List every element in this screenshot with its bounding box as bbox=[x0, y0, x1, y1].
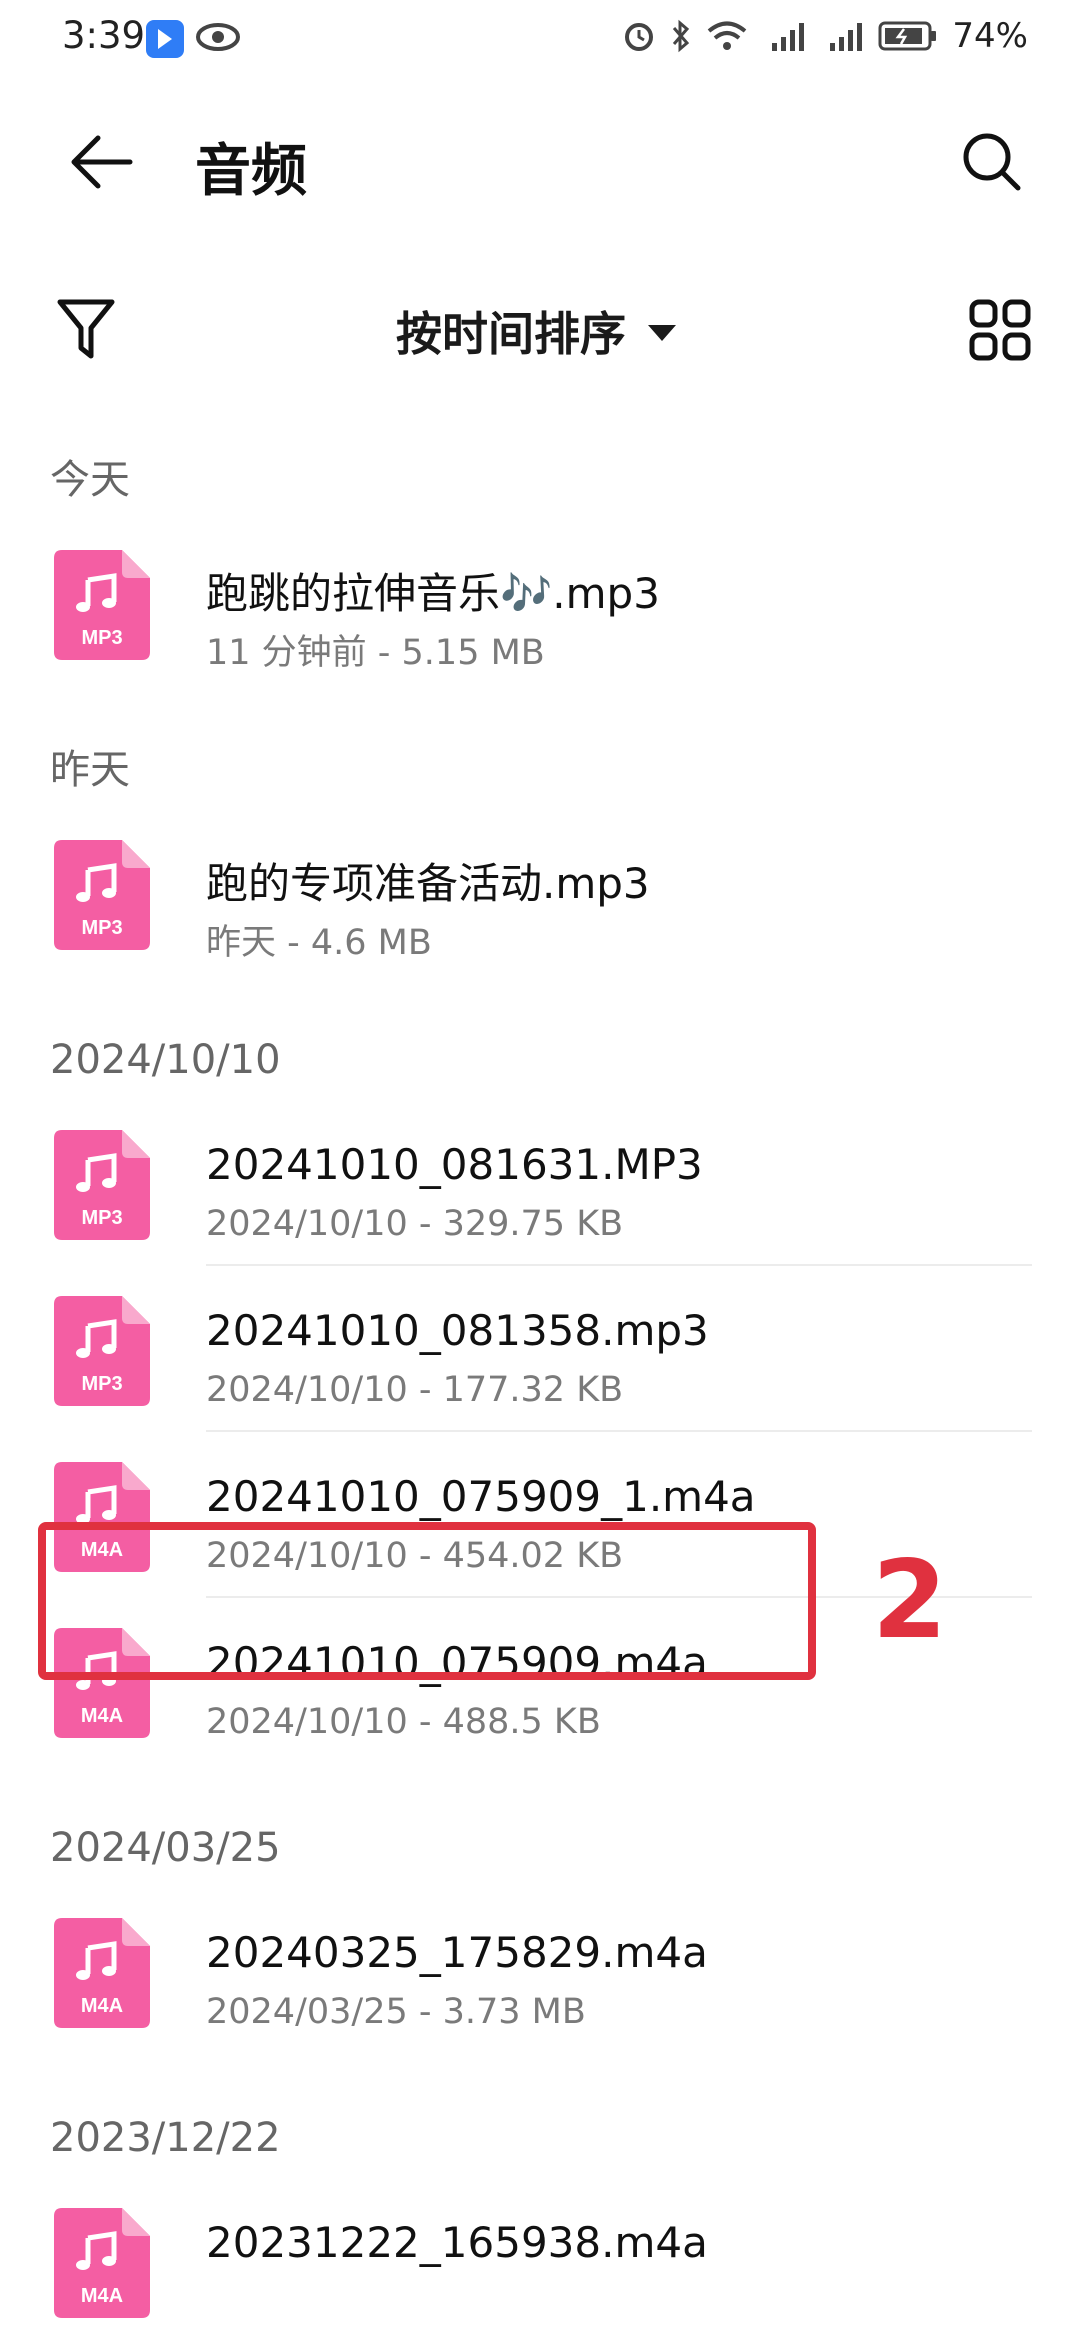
svg-text:M4A: M4A bbox=[81, 1705, 123, 1727]
file-name: 20241010_081358.mp3 bbox=[206, 1306, 709, 1355]
status-time: 3:39 bbox=[62, 14, 146, 57]
filter-button[interactable] bbox=[46, 290, 126, 370]
wifi-icon bbox=[706, 20, 748, 52]
file-row[interactable]: MP3 跑跳的拉伸音乐🎶.mp3 11 分钟前 - 5.15 MB bbox=[0, 520, 1080, 686]
search-icon bbox=[963, 133, 1021, 191]
file-name: 跑的专项准备活动.mp3 bbox=[206, 859, 650, 908]
toolbar: 按时间排序 bbox=[0, 270, 1080, 390]
file-name: 跑跳的拉伸音乐🎶.mp3 bbox=[206, 569, 660, 618]
section-header: 昨天 bbox=[50, 747, 130, 793]
file-meta: 2024/10/10 - 488.5 KB bbox=[206, 1702, 601, 1742]
sort-dropdown[interactable]: 按时间排序 bbox=[396, 298, 676, 364]
svg-text:MP3: MP3 bbox=[81, 1207, 122, 1229]
back-arrow-icon bbox=[71, 135, 133, 189]
bluetooth-icon bbox=[670, 19, 692, 53]
mp3-file-icon: MP3 bbox=[54, 1130, 150, 1240]
highlight-annotation-box bbox=[38, 1522, 816, 1680]
section-header: 2024/10/10 bbox=[50, 1037, 281, 1083]
grid-view-button[interactable] bbox=[960, 290, 1040, 370]
notification-app-icon bbox=[146, 20, 184, 58]
file-row[interactable]: MP3 跑的专项准备活动.mp3 昨天 - 4.6 MB bbox=[0, 810, 1080, 976]
file-meta: 2024/10/10 - 177.32 KB bbox=[206, 1370, 624, 1410]
svg-text:MP3: MP3 bbox=[81, 627, 122, 649]
section-header: 2024/03/25 bbox=[50, 1825, 281, 1871]
eye-icon bbox=[196, 22, 240, 56]
file-meta: 2024/10/10 - 329.75 KB bbox=[206, 1204, 624, 1244]
signal-icon-2 bbox=[820, 19, 864, 53]
back-button[interactable] bbox=[62, 122, 142, 202]
status-bar: 3:39 74% bbox=[0, 0, 1080, 80]
svg-text:MP3: MP3 bbox=[81, 1373, 122, 1395]
file-row[interactable]: MP3 20241010_081358.mp3 2024/10/10 - 177… bbox=[0, 1266, 1080, 1432]
section-header: 今天 bbox=[50, 457, 130, 503]
search-button[interactable] bbox=[952, 122, 1032, 202]
page-title: 音频 bbox=[195, 139, 307, 204]
file-list: 今天 MP3 跑跳的拉伸音乐🎶.mp3 11 分钟前 - 5.15 MB 昨天 … bbox=[0, 440, 1080, 2340]
svg-text:M4A: M4A bbox=[81, 1995, 123, 2017]
svg-text:M4A: M4A bbox=[81, 2285, 123, 2307]
annotation-number: 2 bbox=[872, 1538, 948, 1663]
file-row[interactable]: M4A 20240325_175829.m4a 2024/03/25 - 3.7… bbox=[0, 1888, 1080, 2054]
section-header: 2023/12/22 bbox=[50, 2115, 281, 2161]
file-meta: 昨天 - 4.6 MB bbox=[206, 923, 432, 963]
file-meta: 11 分钟前 - 5.15 MB bbox=[206, 633, 545, 673]
app-bar: 音频 bbox=[0, 100, 1080, 220]
m4a-file-icon: M4A bbox=[54, 2208, 150, 2318]
mp3-file-icon: MP3 bbox=[54, 1296, 150, 1406]
file-name: 20231222_165938.m4a bbox=[206, 2218, 708, 2267]
grid-view-icon bbox=[969, 299, 1031, 361]
file-name: 20240325_175829.m4a bbox=[206, 1928, 708, 1977]
file-meta: 2024/03/25 - 3.73 MB bbox=[206, 1992, 586, 2032]
caret-down-icon bbox=[648, 325, 676, 341]
mp3-file-icon: MP3 bbox=[54, 550, 150, 660]
svg-text:MP3: MP3 bbox=[81, 917, 122, 939]
file-name: 20241010_075909_1.m4a bbox=[206, 1472, 756, 1521]
signal-icon-1 bbox=[762, 19, 806, 53]
mp3-file-icon: MP3 bbox=[54, 840, 150, 950]
m4a-file-icon: M4A bbox=[54, 1918, 150, 2028]
file-row[interactable]: M4A 20231222_165938.m4a bbox=[0, 2178, 1080, 2340]
alarm-icon bbox=[622, 19, 656, 53]
file-row[interactable]: MP3 20241010_081631.MP3 2024/10/10 - 329… bbox=[0, 1100, 1080, 1266]
sort-label: 按时间排序 bbox=[396, 307, 626, 361]
filter-icon bbox=[57, 299, 115, 359]
battery-icon bbox=[878, 20, 938, 52]
battery-percent: 74% bbox=[952, 16, 1028, 56]
file-name: 20241010_081631.MP3 bbox=[206, 1140, 703, 1189]
